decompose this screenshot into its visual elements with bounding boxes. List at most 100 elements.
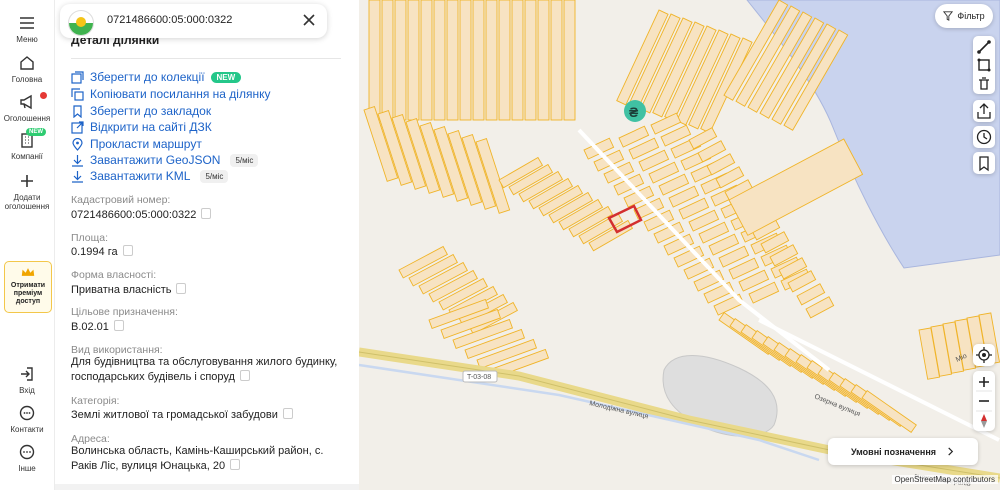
download-geojson-link[interactable]: Завантажити GeoJSON 5/міс	[71, 153, 259, 167]
copy-icon[interactable]	[122, 245, 133, 256]
link-label: Прокласти маршрут	[90, 137, 202, 151]
price-tag: 5/міс	[200, 169, 229, 183]
link-label: Зберегти до колекції	[90, 70, 205, 84]
parcel[interactable]	[420, 0, 433, 121]
map-canvas[interactable]: T-03-08 Молодіжна вулиця Озерна вулиця в…	[359, 0, 1000, 490]
parcel[interactable]	[524, 0, 537, 121]
parcel[interactable]	[511, 0, 524, 121]
nav-contacts[interactable]: Контакти	[0, 404, 54, 434]
search-query[interactable]: 0721486600:05:000:0322	[107, 14, 232, 26]
download-icon	[72, 154, 83, 167]
draw-polygon-icon[interactable]	[977, 58, 991, 72]
cadastral-label: Кадастровий номер:	[71, 194, 171, 206]
copy-icon[interactable]	[113, 320, 124, 331]
bookmark-link[interactable]: Зберегти до закладок	[71, 104, 211, 118]
parcel[interactable]	[550, 0, 563, 121]
link-label: Завантажити KML	[90, 169, 191, 183]
trash-icon[interactable]	[979, 77, 989, 90]
copy-icon[interactable]	[201, 208, 212, 219]
home-label: Головна	[11, 75, 43, 84]
plus-icon	[21, 175, 33, 187]
zoom-in-icon[interactable]	[979, 377, 989, 387]
premium-label: Отримати преміум доступ	[10, 282, 46, 305]
copy-icon[interactable]	[239, 370, 250, 381]
parcel[interactable]	[446, 0, 459, 121]
link-label: Відкрити на сайті ДЗК	[90, 120, 212, 134]
filter-icon	[943, 11, 954, 21]
crosshair-icon	[976, 347, 992, 363]
panel-footer-strip	[55, 484, 359, 490]
nav-companies[interactable]: Компанії NEW	[0, 128, 54, 161]
parcel[interactable]	[459, 0, 472, 121]
map-attribution[interactable]: OpenStreetMap contributors	[891, 475, 998, 484]
usage-value[interactable]: Для будівництва та обслуговування жилого…	[71, 355, 341, 385]
map-svg[interactable]: T-03-08 Молодіжна вулиця Озерна вулиця в…	[359, 0, 1000, 490]
home-icon	[20, 56, 34, 70]
history-button[interactable]	[973, 126, 995, 148]
save-to-collection-link[interactable]: Зберегти до колекції NEW	[71, 70, 242, 84]
nav-login[interactable]: Вхід	[0, 365, 54, 395]
purpose-label: Цільове призначення:	[71, 306, 178, 318]
compass-icon[interactable]	[981, 414, 987, 428]
nav-ads[interactable]: Оголошення	[0, 92, 54, 123]
filter-button[interactable]: Фільтр	[935, 4, 993, 28]
link-label: Зберегти до закладок	[90, 104, 212, 118]
cadastral-value[interactable]: 0721486600:05:000:0322	[71, 208, 341, 223]
companies-label: Компанії	[11, 152, 43, 161]
search-box[interactable]: 0721486600:05:000:0322	[60, 4, 327, 38]
menu-button[interactable]: Меню	[0, 14, 54, 44]
premium-button[interactable]: Отримати преміум доступ	[4, 261, 52, 313]
category-label: Категорія:	[71, 395, 120, 407]
ownership-label: Форма власності:	[71, 269, 157, 281]
login-icon	[21, 367, 33, 381]
copy-icon[interactable]	[176, 283, 187, 294]
close-icon[interactable]	[301, 12, 317, 28]
route-link[interactable]: Прокласти маршрут	[71, 137, 202, 151]
copy-icon	[71, 87, 84, 101]
clock-icon	[976, 129, 992, 145]
legend-button[interactable]: Умовні позначення	[828, 438, 978, 465]
ads-label: Оголошення	[3, 114, 51, 123]
download-kml-link[interactable]: Завантажити KML 5/міс	[71, 169, 229, 183]
crown-icon	[21, 268, 35, 276]
login-label: Вхід	[19, 386, 35, 395]
left-rail: Меню Головна Оголошення Компанії NEW Дод…	[0, 0, 55, 490]
share-button[interactable]	[973, 100, 995, 122]
parcel[interactable]	[368, 0, 381, 121]
draw-line-icon[interactable]	[977, 40, 991, 54]
parcel[interactable]	[563, 0, 576, 121]
add-ad-label: Додати оголошення	[4, 193, 50, 211]
parcel[interactable]	[433, 0, 446, 121]
category-value[interactable]: Землі житлової та громадської забудови	[71, 408, 341, 423]
address-value[interactable]: Волинська область, Камінь-Каширський рай…	[71, 444, 341, 474]
area-value[interactable]: 0.1994 га	[71, 245, 341, 260]
parcel[interactable]	[498, 0, 511, 121]
nav-home[interactable]: Головна	[0, 54, 54, 84]
bookmarks-button[interactable]	[973, 152, 995, 174]
parcel[interactable]	[537, 0, 550, 121]
copy-icon[interactable]	[282, 408, 293, 419]
copy-link[interactable]: Копіювати посилання на ділянку	[71, 87, 270, 101]
bookmark-icon	[73, 104, 82, 118]
ownership-value[interactable]: Приватна власність	[71, 283, 341, 298]
hryvnia-icon: ₴	[629, 104, 639, 120]
nav-add-ad[interactable]: Додати оголошення	[0, 172, 54, 211]
zoom-controls	[973, 371, 995, 431]
locate-button[interactable]	[973, 344, 995, 366]
parcel[interactable]	[485, 0, 498, 121]
parcel[interactable]	[394, 0, 407, 121]
nav-other[interactable]: Інше	[0, 443, 54, 473]
parcel[interactable]	[381, 0, 394, 121]
open-dzk-link[interactable]: Відкрити на сайті ДЗК	[71, 120, 212, 134]
menu-label: Меню	[16, 35, 38, 44]
purpose-value[interactable]: В.02.01	[71, 320, 341, 335]
collection-icon	[71, 70, 84, 84]
download-icon	[72, 170, 83, 183]
divider	[71, 58, 341, 59]
parcel[interactable]	[861, 390, 917, 434]
parcel[interactable]	[472, 0, 485, 121]
copy-icon[interactable]	[230, 459, 241, 470]
parcel[interactable]	[407, 0, 420, 121]
bookmark-icon	[979, 156, 989, 172]
area-label: Площа:	[71, 232, 109, 244]
